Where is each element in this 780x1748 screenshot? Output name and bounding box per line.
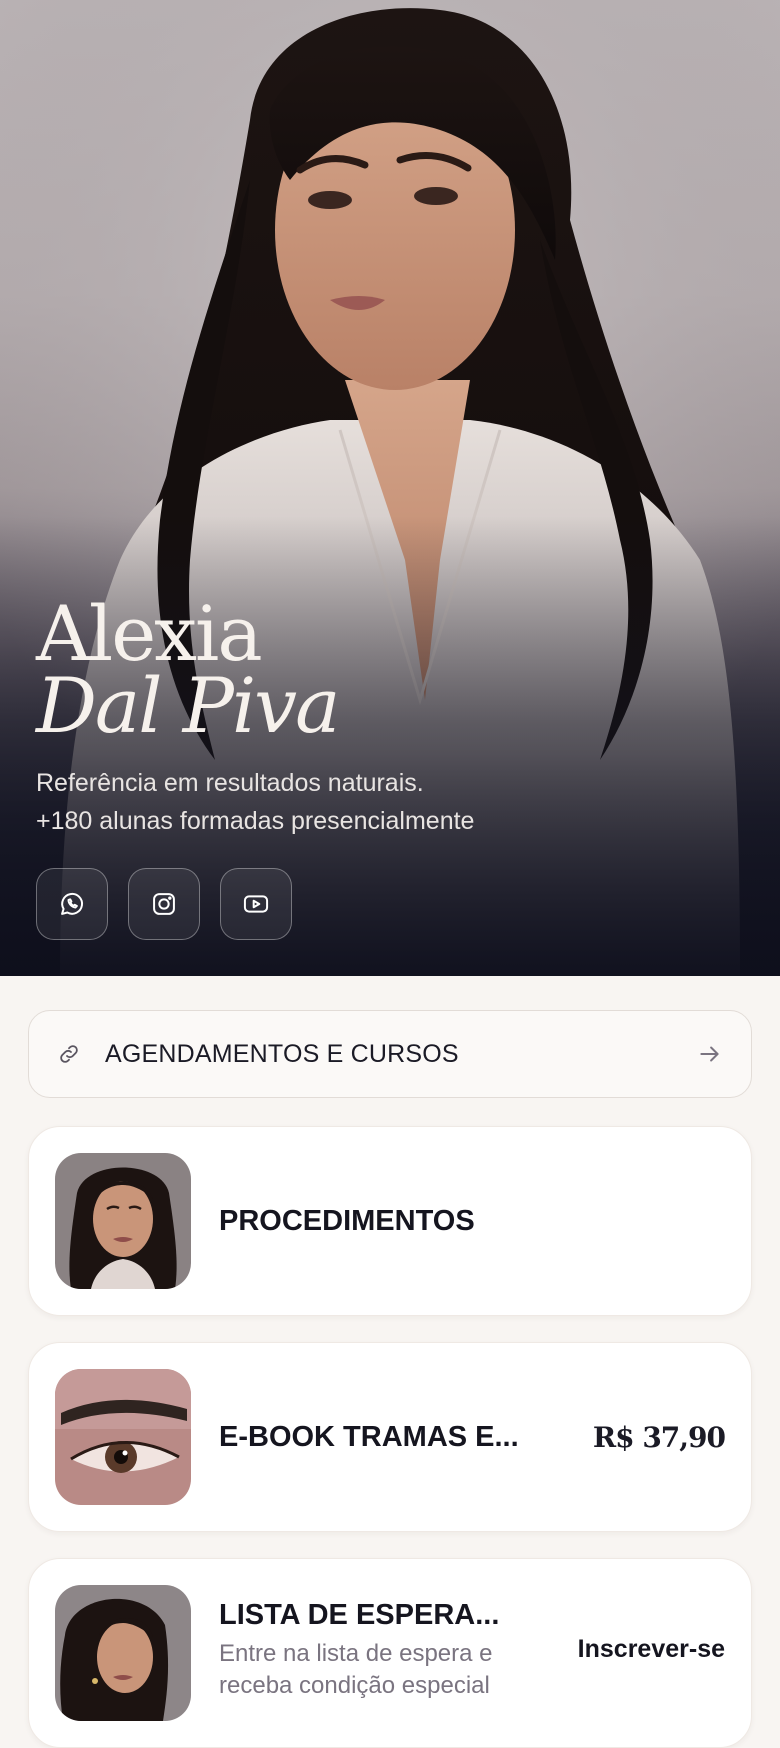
card-thumbnail xyxy=(55,1585,191,1721)
card-title: PROCEDIMENTOS xyxy=(219,1204,475,1237)
instagram-button[interactable] xyxy=(128,868,200,940)
social-links xyxy=(36,868,292,940)
card-thumbnail xyxy=(55,1369,191,1505)
card-title: E-BOOK TRAMAS E... xyxy=(219,1420,519,1453)
card-subtitle: Entre na lista de espera e receba condiç… xyxy=(219,1640,493,1699)
tagline-line-2: +180 alunas formadas presencialmente xyxy=(36,807,475,835)
link-agendamentos-cursos[interactable]: AGENDAMENTOS E CURSOS xyxy=(28,1010,752,1098)
portrait-thumbnail-image xyxy=(55,1585,191,1721)
profile-last-name: Dal Piva xyxy=(36,661,340,750)
link-label: AGENDAMENTOS E CURSOS xyxy=(105,1039,459,1068)
eye-brow-thumbnail-image xyxy=(55,1369,191,1505)
card-body: PROCEDIMENTOS xyxy=(219,1205,725,1238)
profile-tagline: Referência em resultados naturais. +180 … xyxy=(36,764,474,840)
card-title: LISTA DE ESPERA... xyxy=(219,1599,500,1631)
price-label: R$ 37,90 xyxy=(592,1420,726,1454)
instagram-icon xyxy=(153,893,175,915)
card-procedimentos[interactable]: PROCEDIMENTOS xyxy=(28,1126,752,1316)
card-thumbnail xyxy=(55,1153,191,1289)
links-section: AGENDAMENTOS E CURSOS PROCEDIMENTOS E-BO… xyxy=(0,976,780,1748)
link-icon xyxy=(60,1045,78,1063)
youtube-icon xyxy=(243,895,269,913)
arrow-right-icon xyxy=(700,1046,719,1062)
tagline-line-1: Referência em resultados naturais. xyxy=(36,769,424,797)
youtube-button[interactable] xyxy=(220,868,292,940)
hero-section: Alexia Dal Piva Referência em resultados… xyxy=(0,0,780,976)
card-body: E-BOOK TRAMAS E... xyxy=(219,1421,577,1454)
card-ebook-tramas[interactable]: E-BOOK TRAMAS E... R$ 37,90 xyxy=(28,1342,752,1532)
card-lista-espera[interactable]: LISTA DE ESPERA... Entre na lista de esp… xyxy=(28,1558,752,1748)
whatsapp-button[interactable] xyxy=(36,868,108,940)
profile-name: Alexia Dal Piva xyxy=(36,596,340,750)
card-body: LISTA DE ESPERA... Entre na lista de esp… xyxy=(219,1585,562,1702)
subscribe-button[interactable]: Inscrever-se xyxy=(578,1635,725,1664)
portrait-thumbnail-image xyxy=(55,1153,191,1289)
whatsapp-icon xyxy=(61,892,84,915)
